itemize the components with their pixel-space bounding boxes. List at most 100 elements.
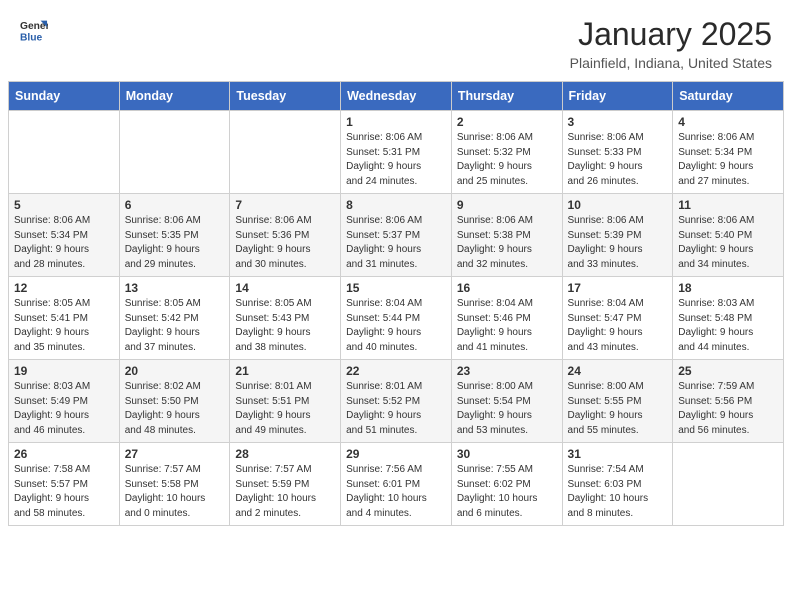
day-number: 16	[457, 281, 557, 295]
day-number: 14	[235, 281, 335, 295]
day-number: 31	[568, 447, 668, 461]
svg-text:Blue: Blue	[20, 32, 43, 43]
day-number: 29	[346, 447, 446, 461]
weekday-thursday: Thursday	[451, 82, 562, 111]
day-number: 18	[678, 281, 778, 295]
weekday-friday: Friday	[562, 82, 673, 111]
cell-info: Sunrise: 8:04 AM Sunset: 5:47 PM Dayligh…	[568, 297, 668, 355]
header-right: January 2025 Plainfield, Indiana, United…	[570, 16, 772, 71]
cell-info: Sunrise: 8:03 AM Sunset: 5:48 PM Dayligh…	[678, 297, 778, 355]
calendar-cell: 1Sunrise: 8:06 AM Sunset: 5:31 PM Daylig…	[341, 111, 452, 194]
cell-info: Sunrise: 8:01 AM Sunset: 5:52 PM Dayligh…	[346, 380, 446, 438]
calendar-cell: 26 Sunrise: 7:58 AM Sunset: 5:57 PM Dayli…	[9, 443, 120, 526]
day-number: 4	[678, 115, 778, 129]
calendar-cell: 22 Sunrise: 8:01 AM Sunset: 5:52 PM Dayli…	[341, 360, 452, 443]
calendar-cell: 3 Sunrise: 8:06 AM Sunset: 5:33 PM Daylig…	[562, 111, 673, 194]
header: General Blue January 2025 Plainfield, In…	[0, 0, 792, 81]
month-title: January 2025	[570, 16, 772, 53]
calendar-cell: 6 Sunrise: 8:06 AM Sunset: 5:35 PM Daylig…	[119, 194, 230, 277]
cell-info: Sunrise: 8:04 AM Sunset: 5:46 PM Dayligh…	[457, 297, 557, 355]
week-row-2: 5 Sunrise: 8:06 AM Sunset: 5:34 PM Daylig…	[9, 194, 784, 277]
cell-info: Sunrise: 8:00 AM Sunset: 5:54 PM Dayligh…	[457, 380, 557, 438]
day-number: 20	[125, 364, 225, 378]
cell-info: Sunrise: 8:02 AM Sunset: 5:50 PM Dayligh…	[125, 380, 225, 438]
calendar-cell: 8 Sunrise: 8:06 AM Sunset: 5:37 PM Daylig…	[341, 194, 452, 277]
cell-info: Sunrise: 8:05 AM Sunset: 5:42 PM Dayligh…	[125, 297, 225, 355]
cell-info: Sunrise: 8:03 AM Sunset: 5:49 PM Dayligh…	[14, 380, 114, 438]
calendar-cell: 23 Sunrise: 8:00 AM Sunset: 5:54 PM Dayli…	[451, 360, 562, 443]
calendar-table: SundayMondayTuesdayWednesdayThursdayFrid…	[8, 81, 784, 526]
location: Plainfield, Indiana, United States	[570, 55, 772, 71]
day-number: 25	[678, 364, 778, 378]
day-number: 10	[568, 198, 668, 212]
calendar-cell: 15 Sunrise: 8:04 AM Sunset: 5:44 PM Dayli…	[341, 277, 452, 360]
cell-info: Sunrise: 7:55 AM Sunset: 6:02 PM Dayligh…	[457, 463, 557, 521]
cell-info: Sunrise: 8:05 AM Sunset: 5:41 PM Dayligh…	[14, 297, 114, 355]
weekday-sunday: Sunday	[9, 82, 120, 111]
calendar-cell: 10 Sunrise: 8:06 AM Sunset: 5:39 PM Dayli…	[562, 194, 673, 277]
calendar-cell: 24Sunrise: 8:00 AM Sunset: 5:55 PM Dayli…	[562, 360, 673, 443]
calendar-cell: 17Sunrise: 8:04 AM Sunset: 5:47 PM Dayli…	[562, 277, 673, 360]
cell-info: Sunrise: 8:06 AM Sunset: 5:32 PM Dayligh…	[457, 131, 557, 189]
calendar-cell: 11Sunrise: 8:06 AM Sunset: 5:40 PM Dayli…	[673, 194, 784, 277]
calendar-cell: 12 Sunrise: 8:05 AM Sunset: 5:41 PM Dayli…	[9, 277, 120, 360]
logo-icon: General Blue	[20, 16, 48, 44]
day-number: 8	[346, 198, 446, 212]
logo: General Blue	[20, 16, 48, 44]
calendar-cell	[673, 443, 784, 526]
calendar-cell: 21Sunrise: 8:01 AM Sunset: 5:51 PM Dayli…	[230, 360, 341, 443]
cell-info: Sunrise: 8:00 AM Sunset: 5:55 PM Dayligh…	[568, 380, 668, 438]
calendar-cell: 4 Sunrise: 8:06 AM Sunset: 5:34 PM Daylig…	[673, 111, 784, 194]
week-row-1: 1Sunrise: 8:06 AM Sunset: 5:31 PM Daylig…	[9, 111, 784, 194]
weekday-header-row: SundayMondayTuesdayWednesdayThursdayFrid…	[9, 82, 784, 111]
cell-info: Sunrise: 8:06 AM Sunset: 5:37 PM Dayligh…	[346, 214, 446, 272]
calendar-cell: 27Sunrise: 7:57 AM Sunset: 5:58 PM Dayli…	[119, 443, 230, 526]
day-number: 23	[457, 364, 557, 378]
cell-info: Sunrise: 8:06 AM Sunset: 5:38 PM Dayligh…	[457, 214, 557, 272]
day-number: 6	[125, 198, 225, 212]
cell-info: Sunrise: 8:06 AM Sunset: 5:35 PM Dayligh…	[125, 214, 225, 272]
week-row-5: 26 Sunrise: 7:58 AM Sunset: 5:57 PM Dayli…	[9, 443, 784, 526]
calendar-cell: 29 Sunrise: 7:56 AM Sunset: 6:01 PM Dayli…	[341, 443, 452, 526]
day-number: 15	[346, 281, 446, 295]
cell-info: Sunrise: 8:06 AM Sunset: 5:31 PM Dayligh…	[346, 131, 446, 189]
day-number: 7	[235, 198, 335, 212]
day-number: 5	[14, 198, 114, 212]
day-number: 3	[568, 115, 668, 129]
calendar-cell: 19Sunrise: 8:03 AM Sunset: 5:49 PM Dayli…	[9, 360, 120, 443]
week-row-4: 19Sunrise: 8:03 AM Sunset: 5:49 PM Dayli…	[9, 360, 784, 443]
calendar-cell: 28Sunrise: 7:57 AM Sunset: 5:59 PM Dayli…	[230, 443, 341, 526]
calendar-cell	[9, 111, 120, 194]
calendar-cell: 7 Sunrise: 8:06 AM Sunset: 5:36 PM Daylig…	[230, 194, 341, 277]
day-number: 30	[457, 447, 557, 461]
weekday-tuesday: Tuesday	[230, 82, 341, 111]
calendar-cell: 18 Sunrise: 8:03 AM Sunset: 5:48 PM Dayli…	[673, 277, 784, 360]
day-number: 9	[457, 198, 557, 212]
cell-info: Sunrise: 8:06 AM Sunset: 5:34 PM Dayligh…	[678, 131, 778, 189]
weekday-saturday: Saturday	[673, 82, 784, 111]
day-number: 26	[14, 447, 114, 461]
day-number: 13	[125, 281, 225, 295]
day-number: 11	[678, 198, 778, 212]
calendar-cell	[230, 111, 341, 194]
cell-info: Sunrise: 8:01 AM Sunset: 5:51 PM Dayligh…	[235, 380, 335, 438]
cell-info: Sunrise: 8:06 AM Sunset: 5:33 PM Dayligh…	[568, 131, 668, 189]
cell-info: Sunrise: 7:54 AM Sunset: 6:03 PM Dayligh…	[568, 463, 668, 521]
day-number: 28	[235, 447, 335, 461]
calendar-cell: 20 Sunrise: 8:02 AM Sunset: 5:50 PM Dayli…	[119, 360, 230, 443]
calendar-cell: 13 Sunrise: 8:05 AM Sunset: 5:42 PM Dayli…	[119, 277, 230, 360]
calendar-cell: 2Sunrise: 8:06 AM Sunset: 5:32 PM Daylig…	[451, 111, 562, 194]
cell-info: Sunrise: 7:57 AM Sunset: 5:58 PM Dayligh…	[125, 463, 225, 521]
weekday-monday: Monday	[119, 82, 230, 111]
cell-info: Sunrise: 8:04 AM Sunset: 5:44 PM Dayligh…	[346, 297, 446, 355]
day-number: 12	[14, 281, 114, 295]
calendar-cell: 14Sunrise: 8:05 AM Sunset: 5:43 PM Dayli…	[230, 277, 341, 360]
cell-info: Sunrise: 8:06 AM Sunset: 5:34 PM Dayligh…	[14, 214, 114, 272]
cell-info: Sunrise: 7:56 AM Sunset: 6:01 PM Dayligh…	[346, 463, 446, 521]
day-number: 22	[346, 364, 446, 378]
cell-info: Sunrise: 7:58 AM Sunset: 5:57 PM Dayligh…	[14, 463, 114, 521]
calendar-cell: 16 Sunrise: 8:04 AM Sunset: 5:46 PM Dayli…	[451, 277, 562, 360]
cell-info: Sunrise: 7:59 AM Sunset: 5:56 PM Dayligh…	[678, 380, 778, 438]
cell-info: Sunrise: 8:06 AM Sunset: 5:36 PM Dayligh…	[235, 214, 335, 272]
cell-info: Sunrise: 8:06 AM Sunset: 5:39 PM Dayligh…	[568, 214, 668, 272]
